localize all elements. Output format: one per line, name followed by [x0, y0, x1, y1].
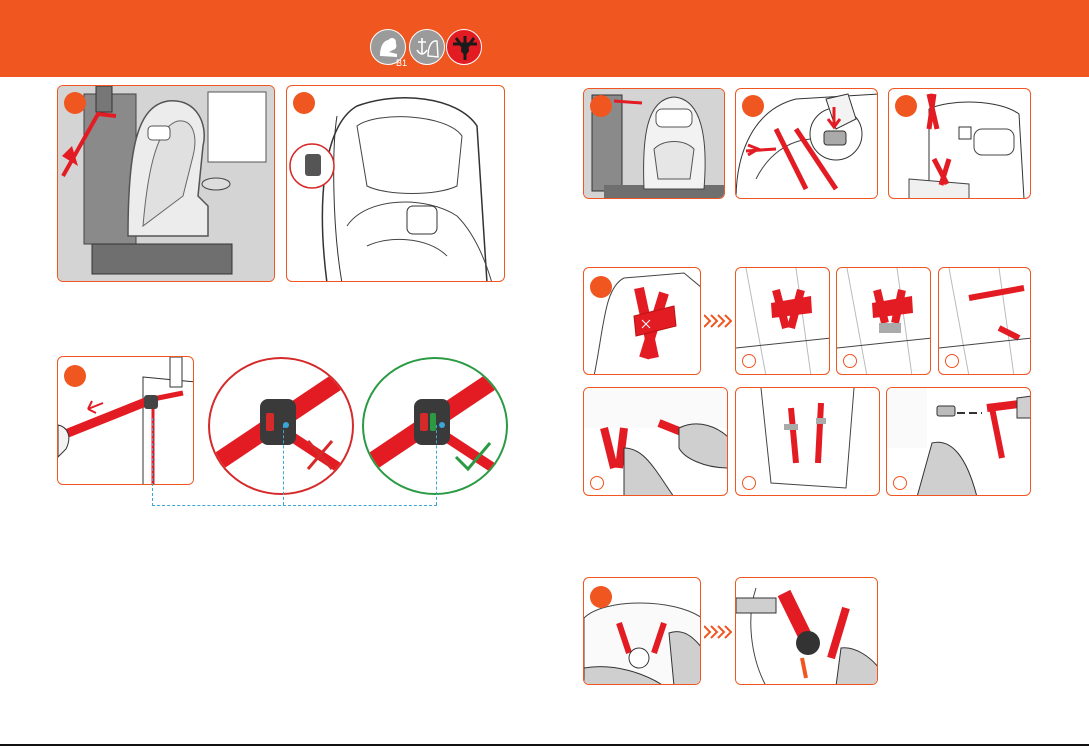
guide-line: [283, 425, 284, 505]
panel-fasten-buckle: [583, 577, 701, 685]
panel-harness-slots: [888, 88, 1031, 199]
panel-strap-step-3: [938, 267, 1031, 375]
step-marker: [590, 586, 612, 608]
guide-line: [152, 418, 153, 506]
panel-harness-straps: [583, 267, 701, 375]
isofix-anchor-icon: [409, 29, 445, 65]
panel-thread-straps: [583, 387, 728, 496]
sub-step-marker: [893, 476, 907, 490]
chevron-right-icon: [704, 625, 732, 639]
sub-step-marker: [945, 354, 959, 368]
chevron-right-icon: [704, 314, 732, 328]
panel-strap-back-view: [735, 387, 880, 496]
step-marker: [64, 365, 86, 387]
incorrect-indicator-detail: [208, 357, 354, 495]
panel-attach-buckle: [886, 387, 1031, 496]
five-point-harness-icon: [446, 29, 482, 65]
sub-step-marker: [742, 354, 756, 368]
guide-line: [436, 425, 437, 505]
panel-pull-belt: [57, 356, 194, 485]
sub-step-marker: [742, 476, 756, 490]
panel-headrest-button: [286, 85, 505, 282]
panel-press-adjuster: [735, 88, 878, 199]
panel-seat-front-view: [583, 88, 725, 199]
step-marker: [895, 95, 917, 117]
panel-strap-step-2: [836, 267, 931, 375]
footer-rule: [0, 744, 1089, 746]
panel-strap-step-1: [735, 267, 830, 375]
header-bar: B1: [0, 0, 1089, 77]
correct-indicator-detail: [362, 357, 508, 495]
panel-buckle-closed: [735, 577, 878, 685]
guide-line: [152, 505, 437, 506]
step-marker: [590, 276, 612, 298]
step-marker: [293, 92, 315, 114]
step-marker: [742, 95, 764, 117]
sub-step-marker: [843, 354, 857, 368]
panel-seat-in-vehicle: [57, 85, 275, 282]
sub-step-marker: [590, 476, 604, 490]
step-marker: [590, 95, 612, 117]
step-marker: [64, 92, 86, 114]
badge-b1-label: B1: [396, 58, 408, 68]
